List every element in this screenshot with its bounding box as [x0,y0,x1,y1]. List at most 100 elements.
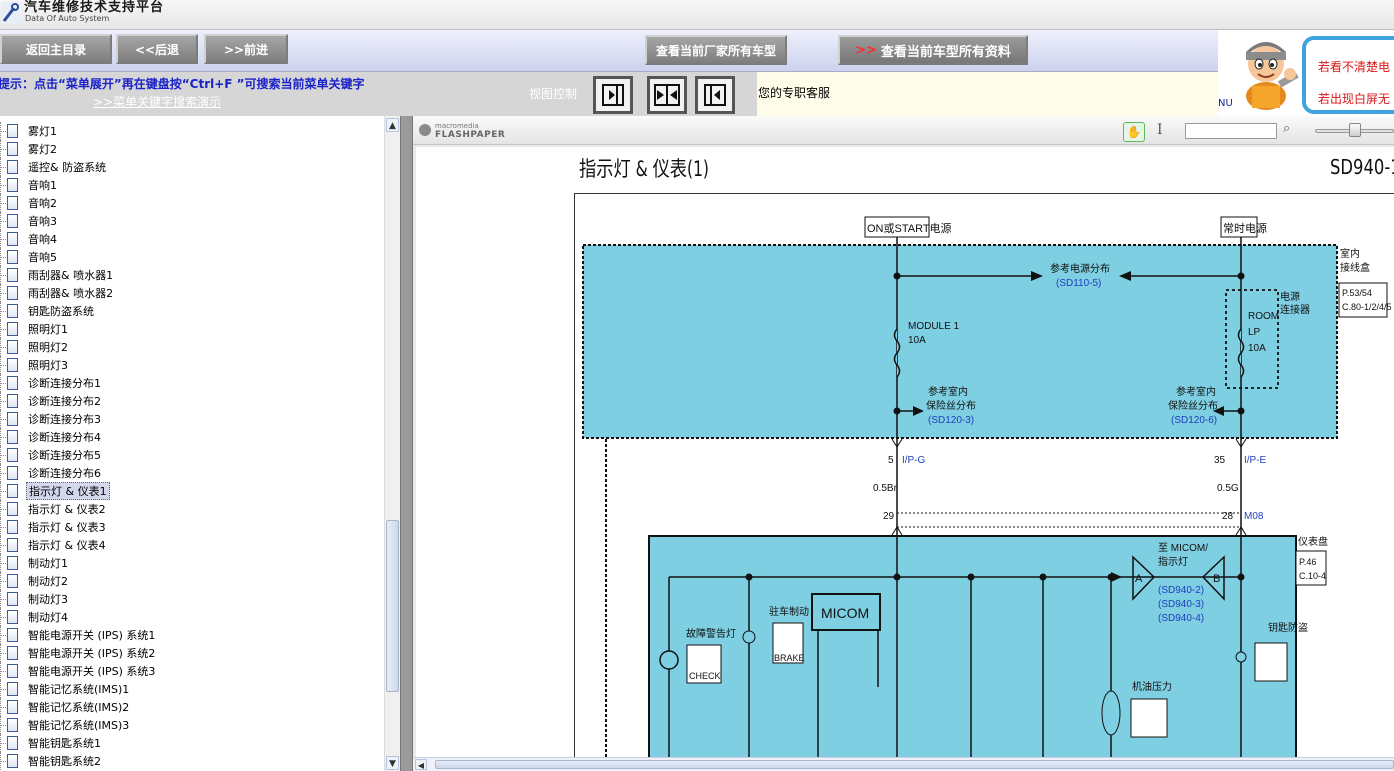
menu-item[interactable]: 诊断连接分布6 [0,464,384,482]
micom-to-1: 至 MICOM/ [1158,542,1208,554]
scroll-left-icon[interactable]: ◀ [415,759,427,770]
menu-item[interactable]: 制动灯3 [0,590,384,608]
menu-tree-list: 雾灯1 雾灯2 遥控& 防盗系统音响1 音响2 音响3 音响4 音响5 雨刮器& 喷水器1 雨刮… [0,122,384,770]
menu-item-label: 诊断连接分布5 [28,449,101,462]
menu-item[interactable]: 雾灯1 [0,122,384,140]
all-info-button[interactable]: >> 查看当前车型所有资料 [838,35,1028,65]
all-models-button[interactable]: 查看当前厂家所有车型 [645,35,787,65]
forward-button[interactable]: >>前进 [204,34,288,64]
menu-item-label: 雾灯1 [28,125,57,138]
menu-item[interactable]: 指示灯 & 仪表4 [0,536,384,554]
menu-item[interactable]: 智能电源开关 (IPS) 系统1 [0,626,384,644]
menu-item-label: 指示灯 & 仪表1 [26,482,110,500]
scroll-down-icon[interactable]: ▼ [386,756,399,770]
service-panel: 您的专职客服 [757,72,1218,116]
document-icon [7,592,18,606]
search-icon[interactable]: ⌕ [1283,121,1290,136]
menu-item[interactable]: 智能记忆系统(IMS)2 [0,698,384,716]
arrow-a-label: A [1135,573,1143,585]
menu-item[interactable]: 照明灯1 [0,320,384,338]
menu-item[interactable]: 音响1 [0,176,384,194]
document-icon [7,394,18,408]
wire-right: 0.5G [1217,483,1239,494]
brake-label: BRAKE [774,653,805,663]
menu-item-label: 钥匙防盗系统 [28,305,94,318]
fuse-ref-right-code: (SD120-6) [1171,415,1217,426]
zoom-slider-thumb[interactable] [1348,123,1361,137]
view-doc-only-button[interactable] [695,76,735,114]
document-icon [7,304,18,318]
menu-item[interactable]: 诊断连接分布2 [0,392,384,410]
menu-item[interactable]: 智能电源开关 (IPS) 系统3 [0,662,384,680]
menu-item[interactable]: 智能钥匙系统2 [0,752,384,770]
view-menu-only-button[interactable] [593,76,633,114]
scroll-up-icon[interactable]: ▲ [386,118,399,132]
menu-item[interactable]: 遥控& 防盗系统 [0,158,384,176]
menu-item[interactable]: 诊断连接分布4 [0,428,384,446]
menu-item[interactable]: 制动灯1 [0,554,384,572]
pin-right-m: M08 [1244,511,1264,522]
menu-item[interactable]: 钥匙防盗系统 [0,302,384,320]
menu-item[interactable]: 音响2 [0,194,384,212]
viewer-search-input[interactable] [1185,123,1277,139]
menu-item-label: 指示灯 & 仪表4 [28,539,106,552]
document-icon [7,196,18,210]
micom-ref-1: (SD940-2) [1158,585,1204,596]
menu-item[interactable]: 照明灯3 [0,356,384,374]
menu-scroll-thumb[interactable] [386,520,399,692]
back-button[interactable]: <<后退 [116,34,198,64]
fuse-ref-left-1: 参考室内 [928,385,968,398]
view-split-button[interactable] [647,76,687,114]
menu-item[interactable]: 诊断连接分布3 [0,410,384,428]
search-demo-link[interactable]: >>菜单关键字搜索演示 [93,93,221,110]
viewer-hscrollbar[interactable]: ◀ [413,757,1394,771]
menu-item-label: 音响1 [28,179,57,192]
menu-item[interactable]: 音响5 [0,248,384,266]
menu-item[interactable]: 指示灯 & 仪表2 [0,500,384,518]
power-dist-ref: (SD110-5) [1056,278,1101,289]
document-icon [7,700,18,714]
pin-right-conn: I/P-E [1244,455,1267,466]
hand-tool-icon[interactable]: ✋ [1123,122,1145,142]
document-icon [7,322,18,336]
menu-item[interactable]: 雨刮器& 喷水器2 [0,284,384,302]
menu-item[interactable]: 智能钥匙系统1 [0,734,384,752]
wrench-logo-icon [1,2,19,24]
menu-item-label: 音响3 [28,215,57,228]
document-icon [7,376,18,390]
document-icon [7,718,18,732]
menu-item-label: 智能电源开关 (IPS) 系统3 [28,665,156,678]
text-select-icon[interactable]: I [1157,122,1163,138]
menu-item-label: 诊断连接分布6 [28,467,101,480]
menu-item[interactable]: 雾灯2 [0,140,384,158]
menu-item[interactable]: 诊断连接分布1 [0,374,384,392]
panel-splitter[interactable] [400,116,413,771]
wiring-diagram: ON或START电源 常时电源 参考电源分布 (SD110-5) 室内 接线盒 … [582,216,1392,757]
menu-item[interactable]: 制动灯4 [0,608,384,626]
menu-item[interactable]: 指示灯 & 仪表3 [0,518,384,536]
service-text: 您的专职客服 [758,86,831,100]
menu-item-label: 智能电源开关 (IPS) 系统1 [28,629,156,642]
menu-scrollbar[interactable]: ▲ ▼ [384,116,400,771]
menu-item[interactable]: 雨刮器& 喷水器1 [0,266,384,284]
fuse-ref-right-1: 参考室内 [1176,385,1216,398]
menu-item-label: 诊断连接分布3 [28,413,101,426]
document-icon [7,178,18,192]
menu-item[interactable]: 智能记忆系统(IMS)3 [0,716,384,734]
menu-item[interactable]: 音响4 [0,230,384,248]
document-icon [7,628,18,642]
site-title: 汽车维修技术支持平台 [24,0,165,15]
menu-item[interactable]: 指示灯 & 仪表1 [0,482,384,500]
viewer-hscroll-thumb[interactable] [435,760,1394,769]
menu-item[interactable]: 智能电源开关 (IPS) 系统2 [0,644,384,662]
menu-item[interactable]: 照明灯2 [0,338,384,356]
menu-item[interactable]: 音响3 [0,212,384,230]
document-icon [7,214,18,228]
menu-item[interactable]: 智能记忆系统(IMS)1 [0,680,384,698]
home-button[interactable]: 返回主目录 [0,34,112,64]
menu-item[interactable]: 制动灯2 [0,572,384,590]
menu-item-label: 指示灯 & 仪表2 [28,503,106,516]
menu-item[interactable]: 诊断连接分布5 [0,446,384,464]
viewer-brand-small: macromedia [435,122,479,130]
parking-label: 驻车制动 [769,605,809,618]
